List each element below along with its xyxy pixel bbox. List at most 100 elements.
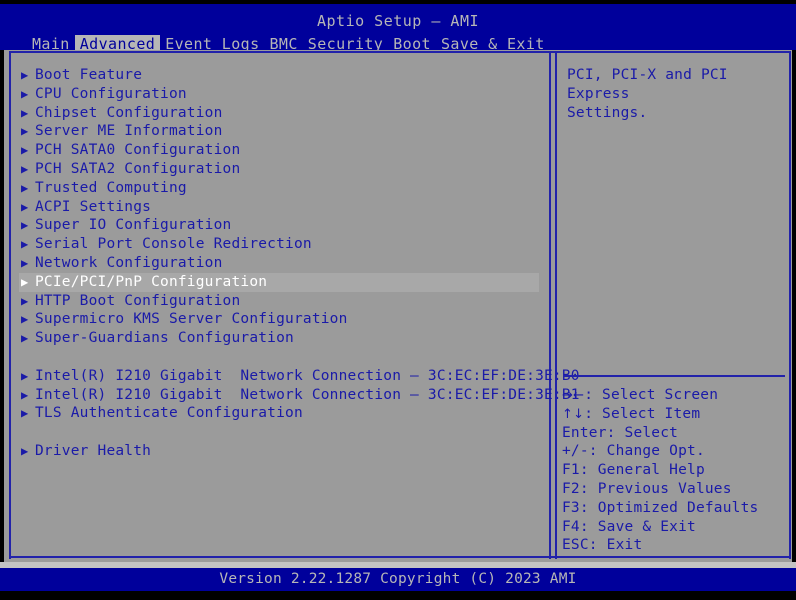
- submenu-arrow-icon: ▶: [21, 368, 29, 383]
- menu-item-label: CPU Configuration: [35, 85, 187, 102]
- tab-advanced[interactable]: Advanced: [74, 35, 161, 50]
- submenu-arrow-icon: ▶: [21, 443, 29, 458]
- menu-item-label: Super IO Configuration: [35, 217, 232, 234]
- version-text: Version 2.22.1287 Copyright (C) 2023 AMI: [219, 571, 577, 587]
- submenu-arrow-icon: ▶: [21, 143, 29, 158]
- title-bar: Aptio Setup – AMI Main Advanced Event Logs…: [0, 4, 796, 50]
- menu-tabbar[interactable]: Main Advanced Event Logs BMC Security Boot Sav…: [27, 35, 550, 50]
- menu-item[interactable]: ▶ PCH SATA2 Configuration: [19, 160, 539, 179]
- menu-item-label: Network Configuration: [35, 254, 223, 271]
- help-description: PCI, PCI-X and PCI Express Settings.: [567, 67, 728, 121]
- menu-item-label: HTTP Boot Configuration: [35, 292, 241, 309]
- menu-item[interactable]: ▶ Driver Health: [19, 442, 539, 461]
- legend-row: ↑↓: Select Item: [562, 405, 788, 424]
- submenu-arrow-icon: ▶: [21, 199, 29, 214]
- menu-item-label: Boot Feature: [35, 67, 143, 83]
- legend-label: F4: Save & Exit: [562, 518, 696, 535]
- menu-item[interactable]: ▶ Supermicro KMS Server Configuration: [19, 310, 539, 329]
- submenu-arrow-icon: ▶: [21, 161, 29, 176]
- legend-label: +/-: Change Opt.: [562, 443, 705, 460]
- submenu-arrow-icon: ▶: [21, 180, 29, 195]
- submenu-arrow-icon: ▶: [21, 255, 29, 270]
- menu-item[interactable]: ▶ PCIe/PCI/PnP Configuration: [19, 272, 539, 292]
- menu-item-label: Intel(R) I210 Gigabit Network Connection…: [35, 386, 580, 403]
- menu-item-label: ACPI Settings: [35, 198, 152, 215]
- legend-row: Enter: Select: [562, 424, 788, 443]
- tab-event-logs[interactable]: Event Logs: [160, 35, 264, 50]
- status-bar: Version 2.22.1287 Copyright (C) 2023 AMI: [0, 568, 796, 591]
- submenu-arrow-icon: ▶: [21, 331, 29, 346]
- menu-item-label: Chipset Configuration: [35, 104, 223, 121]
- menu-item-label: Supermicro KMS Server Configuration: [35, 311, 348, 328]
- menu-group-spacer: [19, 423, 539, 442]
- pane-divider: [549, 53, 551, 559]
- menu-item-label: Driver Health: [35, 442, 152, 459]
- submenu-arrow-icon: ▶: [21, 68, 29, 82]
- legend-row: +/-: Change Opt.: [562, 442, 788, 461]
- tab-security[interactable]: Security: [303, 35, 388, 50]
- submenu-arrow-icon: ▶: [21, 105, 29, 120]
- legend-row: →←: Select Screen: [562, 386, 788, 405]
- legend-row: ESC: Exit: [562, 536, 788, 555]
- legend-label: Enter: Select: [562, 424, 679, 441]
- legend-row: F3: Optimized Defaults: [562, 499, 788, 518]
- menu-item[interactable]: ▶ HTTP Boot Configuration: [19, 292, 539, 311]
- legend-row: F4: Save & Exit: [562, 518, 788, 537]
- menu-group-spacer: [19, 348, 539, 367]
- settings-list-pane: ▶ Boot Feature ▶ CPU Configuration ▶ Chipset …: [9, 53, 580, 559]
- legend-row: F2: Previous Values: [562, 480, 788, 499]
- menu-item[interactable]: ▶ Super-Guardians Configuration: [19, 329, 539, 348]
- legend-label: : Select Screen: [584, 387, 719, 403]
- legend-row: F1: General Help: [562, 461, 788, 480]
- menu-item[interactable]: ▶ Network Configuration: [19, 254, 539, 273]
- menu-item[interactable]: ▶ CPU Configuration: [19, 85, 539, 104]
- legend-label: : Select Item: [584, 405, 701, 422]
- tab-bmc[interactable]: BMC: [265, 35, 303, 50]
- menu-item[interactable]: ▶ PCH SATA0 Configuration: [19, 141, 539, 160]
- menu-item-label: PCH SATA0 Configuration: [35, 142, 241, 159]
- menu-item-label: Serial Port Console Redirection: [35, 236, 312, 253]
- help-separator: [563, 375, 785, 377]
- submenu-arrow-icon: ▶: [21, 124, 29, 139]
- menu-item-label: Super-Guardians Configuration: [35, 330, 294, 347]
- submenu-arrow-icon: ▶: [21, 218, 29, 233]
- submenu-arrow-icon: ▶: [21, 406, 29, 421]
- menu-item[interactable]: ▶ Trusted Computing: [19, 179, 539, 198]
- menu-item[interactable]: ▶ Serial Port Console Redirection: [19, 235, 539, 254]
- tab-save-exit[interactable]: Save & Exit: [436, 35, 550, 50]
- menu-item-label: Intel(R) I210 Gigabit Network Connection…: [35, 367, 580, 384]
- settings-menu[interactable]: ▶ Boot Feature ▶ CPU Configuration ▶ Chipset …: [19, 66, 580, 461]
- arrow-keys-icon: →←: [562, 388, 585, 403]
- legend-label: ESC: Exit: [562, 537, 643, 554]
- legend-label: F2: Previous Values: [562, 480, 732, 497]
- menu-item-label: Server ME Information: [35, 123, 223, 140]
- submenu-arrow-icon: ▶: [21, 274, 29, 289]
- submenu-arrow-icon: ▶: [21, 293, 29, 308]
- submenu-arrow-icon: ▶: [21, 387, 29, 402]
- help-pane: PCI, PCI-X and PCI Express Settings. →←:…: [555, 53, 791, 559]
- page-title: Aptio Setup – AMI: [316, 12, 480, 30]
- menu-item[interactable]: ▶ Intel(R) I210 Gigabit Network Connectio…: [19, 367, 580, 386]
- menu-item-label: PCIe/PCI/PnP Configuration: [35, 273, 268, 290]
- legend-label: F1: General Help: [562, 462, 705, 479]
- menu-item[interactable]: ▶ Chipset Configuration: [19, 104, 539, 123]
- legend-label: F3: Optimized Defaults: [562, 499, 759, 516]
- submenu-arrow-icon: ▶: [21, 86, 29, 101]
- menu-item-label: PCH SATA2 Configuration: [35, 160, 241, 177]
- submenu-arrow-icon: ▶: [21, 312, 29, 327]
- content-area: ▶ Boot Feature ▶ CPU Configuration ▶ Chipset …: [4, 50, 792, 562]
- key-legend: →←: Select Screen ↑↓: Select Item Enter: S…: [562, 386, 788, 555]
- tab-boot[interactable]: Boot: [388, 35, 436, 50]
- arrow-keys-icon: ↑↓: [562, 406, 585, 422]
- bios-setup-screen: Aptio Setup – AMI Main Advanced Event Logs…: [0, 0, 796, 600]
- menu-item-label: Trusted Computing: [35, 179, 187, 196]
- menu-item[interactable]: ▶ Server ME Information: [19, 122, 539, 141]
- menu-item[interactable]: ▶ ACPI Settings: [19, 198, 539, 217]
- menu-item[interactable]: ▶ Boot Feature: [19, 66, 539, 85]
- menu-item[interactable]: ▶ TLS Authenticate Configuration: [19, 404, 539, 423]
- menu-item[interactable]: ▶ Super IO Configuration: [19, 216, 539, 235]
- menu-item-label: TLS Authenticate Configuration: [35, 405, 303, 422]
- menu-item[interactable]: ▶ Intel(R) I210 Gigabit Network Connectio…: [19, 386, 580, 405]
- tab-main[interactable]: Main: [27, 35, 75, 50]
- submenu-arrow-icon: ▶: [21, 237, 29, 252]
